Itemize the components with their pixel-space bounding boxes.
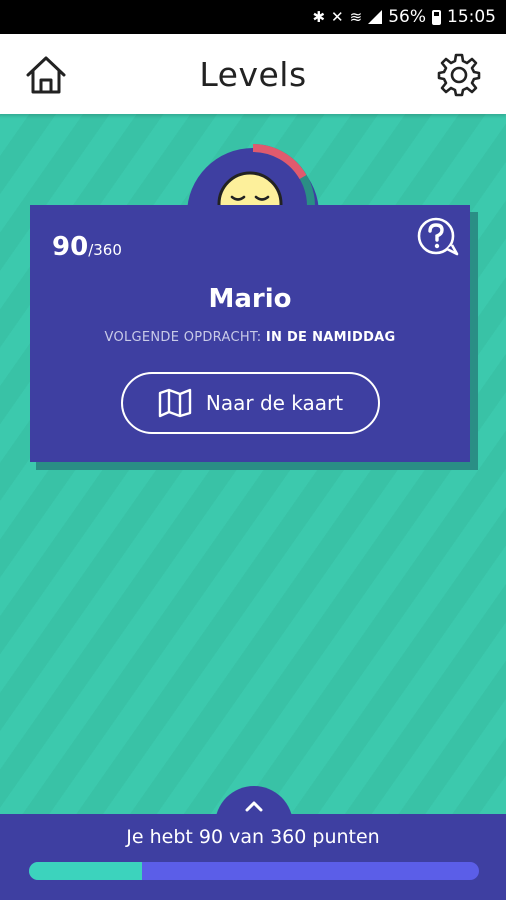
signal-icon xyxy=(368,10,383,24)
score-value: 90 xyxy=(52,232,89,262)
wifi-icon: ≋ xyxy=(349,8,363,26)
points-progress-fill xyxy=(29,862,142,880)
next-task-value: IN DE NAMIDDAG xyxy=(265,330,396,345)
help-icon[interactable] xyxy=(416,216,460,258)
next-task-label: VOLGENDE OPDRACHT: xyxy=(104,330,262,345)
clock: 15:05 xyxy=(447,7,496,27)
page-title: Levels xyxy=(199,54,307,94)
battery-icon xyxy=(432,9,441,25)
mute-icon: ✕ xyxy=(331,8,344,26)
score-total: /360 xyxy=(88,241,122,259)
gear-icon[interactable] xyxy=(436,52,482,98)
chevron-up-icon[interactable] xyxy=(240,796,268,816)
to-map-label: Naar de kaart xyxy=(205,391,344,415)
home-icon[interactable] xyxy=(24,53,68,97)
points-summary: Je hebt 90 van 360 punten xyxy=(126,826,380,848)
status-bar: ✱ ✕ ≋ 56% 15:05 xyxy=(0,0,506,34)
score: 90/360 xyxy=(52,232,122,262)
map-icon xyxy=(158,388,192,418)
bluetooth-icon: ✱ xyxy=(312,8,326,26)
next-task: VOLGENDE OPDRACHT: IN DE NAMIDDAG xyxy=(30,330,470,345)
player-name: Mario xyxy=(208,284,292,314)
app-bar: Levels xyxy=(0,34,506,114)
to-map-button[interactable]: Naar de kaart xyxy=(121,372,380,434)
points-progress-bar xyxy=(29,862,479,880)
battery-percent: 56% xyxy=(388,7,426,27)
